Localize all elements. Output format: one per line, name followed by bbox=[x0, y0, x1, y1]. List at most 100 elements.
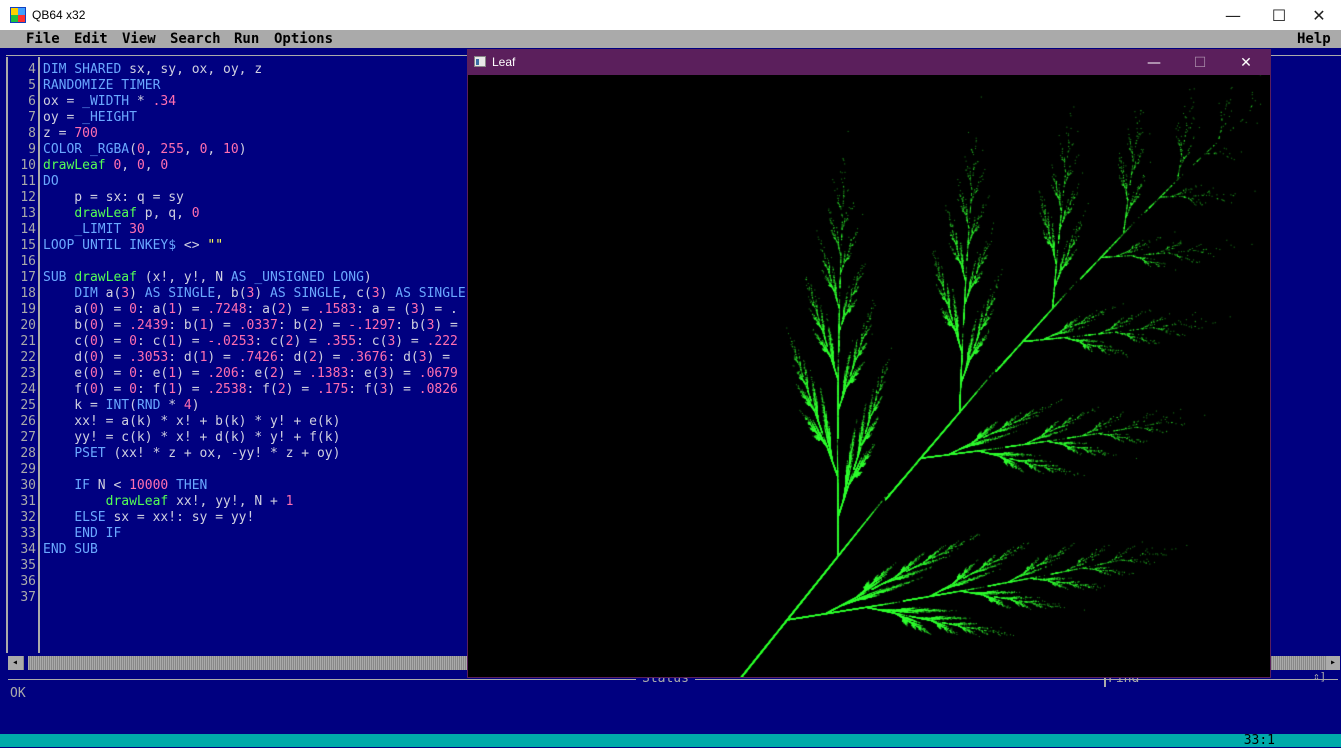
code-token: * bbox=[129, 94, 152, 109]
code-token: .3676 bbox=[348, 350, 387, 365]
code-line[interactable]: IF N < 10000 THEN bbox=[43, 478, 467, 494]
menu-bar: File Edit View Search Run Options Help bbox=[0, 30, 1341, 48]
menu-help[interactable]: Help bbox=[1297, 30, 1331, 48]
code-line[interactable]: xx! = a(k) * x! + b(k) * y! + e(k) bbox=[43, 414, 467, 430]
code-token: , c( bbox=[340, 286, 371, 301]
code-line[interactable]: drawLeaf p, q, 0 bbox=[43, 206, 467, 222]
leaf-output-window[interactable]: Leaf — ☐ ✕ bbox=[467, 49, 1271, 678]
menu-file[interactable]: File bbox=[26, 30, 60, 48]
minimize-button[interactable]: — bbox=[1210, 0, 1256, 30]
code-token: 1 bbox=[286, 494, 294, 509]
code-token: .0826 bbox=[419, 382, 458, 397]
code-line[interactable]: drawLeaf 0, 0, 0 bbox=[43, 158, 467, 174]
code-line[interactable]: END SUB bbox=[43, 542, 467, 558]
code-line[interactable]: PSET (xx! * z + ox, -yy! * z + oy) bbox=[43, 446, 467, 462]
code-token: , bbox=[121, 158, 137, 173]
code-token: <> bbox=[176, 238, 207, 253]
code-line[interactable]: z = 700 bbox=[43, 126, 467, 142]
code-token bbox=[43, 446, 74, 461]
leaf-close-button[interactable]: ✕ bbox=[1223, 50, 1269, 75]
code-token: ) bbox=[239, 142, 247, 157]
line-number: 30 bbox=[8, 478, 36, 494]
code-line[interactable]: e(0) = 0: e(1) = .206: e(2) = .1383: e(3… bbox=[43, 366, 467, 382]
code-line[interactable]: oy = _HEIGHT bbox=[43, 110, 467, 126]
code-line[interactable]: COLOR _RGBA(0, 255, 0, 10) bbox=[43, 142, 467, 158]
leaf-titlebar[interactable]: Leaf — ☐ ✕ bbox=[468, 50, 1270, 75]
code-line[interactable]: RANDOMIZE TIMER bbox=[43, 78, 467, 94]
code-line[interactable]: yy! = c(k) * x! + d(k) * y! + f(k) bbox=[43, 430, 467, 446]
code-token: drawLeaf bbox=[74, 270, 137, 285]
code-token bbox=[43, 206, 74, 221]
code-line[interactable]: ELSE sx = xx!: sy = yy! bbox=[43, 510, 467, 526]
code-line[interactable]: ox = _WIDTH * .34 bbox=[43, 94, 467, 110]
code-token: AS SINGLE bbox=[145, 286, 215, 301]
code-token: ox = bbox=[43, 94, 82, 109]
leaf-maximize-button: ☐ bbox=[1177, 50, 1223, 75]
code-token: 3 bbox=[411, 302, 419, 317]
code-line[interactable]: DIM a(3) AS SINGLE, b(3) AS SINGLE, c(3)… bbox=[43, 286, 467, 302]
code-token: ) = bbox=[98, 334, 129, 349]
code-line[interactable]: _LIMIT 30 bbox=[43, 222, 467, 238]
code-line[interactable]: drawLeaf xx!, yy!, N + 1 bbox=[43, 494, 467, 510]
line-number: 21 bbox=[8, 334, 36, 350]
menu-view[interactable]: View bbox=[122, 30, 156, 48]
code-line[interactable]: c(0) = 0: c(1) = -.0253: c(2) = .355: c(… bbox=[43, 334, 467, 350]
code-token: a( bbox=[98, 286, 121, 301]
line-number: 4 bbox=[8, 62, 36, 78]
app-title: QB64 x32 bbox=[32, 8, 85, 22]
line-number: 20 bbox=[8, 318, 36, 334]
code-token: (x!, y!, N bbox=[137, 270, 231, 285]
code-token: p = sx: q = sy bbox=[43, 190, 184, 205]
code-line[interactable] bbox=[43, 590, 467, 606]
leaf-minimize-button[interactable]: — bbox=[1131, 50, 1177, 75]
code-token: -.0253 bbox=[207, 334, 254, 349]
code-line[interactable]: LOOP UNTIL INKEY$ <> "" bbox=[43, 238, 467, 254]
code-line[interactable]: p = sx: q = sy bbox=[43, 190, 467, 206]
code-token: ) = bbox=[317, 318, 348, 333]
code-token: ELSE bbox=[74, 510, 105, 525]
code-line[interactable]: b(0) = .2439: b(1) = .0337: b(2) = -.129… bbox=[43, 318, 467, 334]
code-token: xx! = a(k) * x! + b(k) * y! + e(k) bbox=[43, 414, 340, 429]
code-line[interactable]: a(0) = 0: a(1) = .7248: a(2) = .1583: a … bbox=[43, 302, 467, 318]
code-text[interactable]: DIM SHARED sx, sy, ox, oy, z RANDOMIZE TI… bbox=[43, 62, 467, 606]
app-titlebar: QB64 x32 — ☐ ✕ bbox=[0, 0, 1341, 31]
code-line[interactable] bbox=[43, 558, 467, 574]
scroll-right-arrow-icon[interactable]: ▸ bbox=[1326, 656, 1340, 670]
code-line[interactable]: k = INT(RND * 4) bbox=[43, 398, 467, 414]
code-line[interactable]: END IF bbox=[43, 526, 467, 542]
code-token: ) = bbox=[176, 366, 207, 381]
code-token: 0 bbox=[129, 334, 137, 349]
menu-edit[interactable]: Edit bbox=[74, 30, 108, 48]
code-line[interactable]: DIM SHARED sx, sy, ox, oy, z bbox=[43, 62, 467, 78]
code-token: ) = bbox=[176, 334, 207, 349]
code-token: , bbox=[145, 158, 161, 173]
code-token: yy! = c(k) * x! + d(k) * y! + f(k) bbox=[43, 430, 340, 445]
status-scroll-arrows-icon[interactable]: ⇕] bbox=[1313, 670, 1326, 683]
code-token: ) = . bbox=[419, 302, 458, 317]
line-number: 24 bbox=[8, 382, 36, 398]
line-number: 25 bbox=[8, 398, 36, 414]
code-token: .2439 bbox=[129, 318, 168, 333]
code-token: 30 bbox=[129, 222, 145, 237]
code-token: AS SINGLE bbox=[270, 286, 340, 301]
menu-search[interactable]: Search bbox=[170, 30, 221, 48]
scrollbar-thumb[interactable] bbox=[24, 656, 28, 670]
menu-run[interactable]: Run bbox=[234, 30, 259, 48]
scroll-left-arrow-icon[interactable]: ◂ bbox=[8, 656, 22, 670]
code-line[interactable]: f(0) = 0: f(1) = .2538: f(2) = .175: f(3… bbox=[43, 382, 467, 398]
line-number: 33 bbox=[8, 526, 36, 542]
code-line[interactable] bbox=[43, 574, 467, 590]
code-line[interactable]: d(0) = .3053: d(1) = .7426: d(2) = .3676… bbox=[43, 350, 467, 366]
menu-options[interactable]: Options bbox=[274, 30, 333, 48]
code-line[interactable]: SUB drawLeaf (x!, y!, N AS _UNSIGNED LON… bbox=[43, 270, 467, 286]
code-line[interactable] bbox=[43, 254, 467, 270]
code-token: 700 bbox=[74, 126, 97, 141]
code-token: 2 bbox=[270, 366, 278, 381]
gutter-divider bbox=[38, 57, 40, 653]
line-number: 27 bbox=[8, 430, 36, 446]
code-line[interactable] bbox=[43, 462, 467, 478]
close-button[interactable]: ✕ bbox=[1296, 0, 1341, 30]
code-token: f( bbox=[43, 382, 90, 397]
code-line[interactable]: DO bbox=[43, 174, 467, 190]
qb64-app-icon bbox=[10, 7, 26, 23]
